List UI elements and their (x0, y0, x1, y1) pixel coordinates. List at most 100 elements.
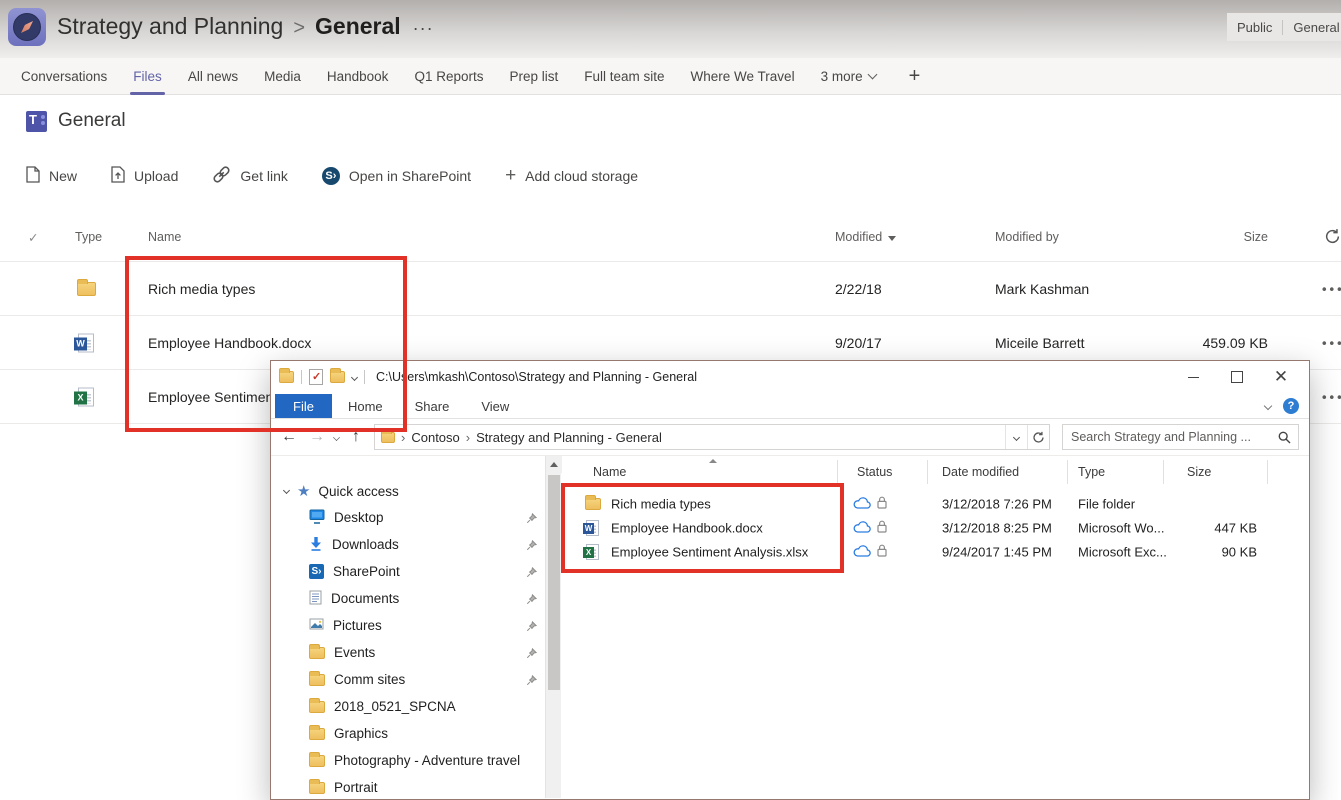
pin-icon (526, 539, 537, 554)
file-explorer-window[interactable]: C:\Users\mkash\Contoso\Strategy and Plan… (270, 360, 1310, 800)
column-modified[interactable]: Modified (835, 230, 896, 244)
sidebar-item-photography-adventure-travel[interactable]: Photography - Adventure travel (271, 747, 545, 774)
file-modified: 2/22/18 (835, 281, 882, 297)
sync-status (853, 520, 887, 536)
column-date-modified[interactable]: Date modified (942, 465, 1019, 479)
minimize-button[interactable] (1171, 361, 1215, 393)
team-avatar[interactable] (8, 8, 46, 46)
open-in-sharepoint-button[interactable]: S› Open in SharePoint (322, 167, 471, 185)
scrollbar[interactable] (545, 456, 561, 798)
new-button[interactable]: New (26, 166, 77, 186)
more-options-icon[interactable]: ••• (1322, 281, 1341, 296)
tab-prep-list[interactable]: Prep list (496, 58, 571, 95)
breadcrumb-chevron: > (293, 17, 305, 40)
explorer-titlebar[interactable]: C:\Users\mkash\Contoso\Strategy and Plan… (271, 361, 1309, 393)
tab-more-menu[interactable]: 3 more (808, 58, 889, 95)
annotation-box-teams-files (125, 256, 407, 432)
refresh-icon[interactable] (1027, 425, 1049, 449)
lock-icon (877, 520, 887, 536)
column-type[interactable]: Type (1078, 465, 1105, 479)
tab-all-news[interactable]: All news (175, 58, 251, 95)
search-input[interactable] (1063, 430, 1263, 444)
scrollbar-thumb[interactable] (548, 475, 560, 690)
search-icon (1278, 431, 1291, 447)
sidebar-item-portrait[interactable]: Portrait (271, 774, 545, 798)
address-dropdown-chevron-icon[interactable] (1005, 425, 1027, 449)
maximize-button[interactable] (1215, 361, 1259, 393)
folder-icon (309, 782, 325, 794)
recent-locations-chevron-icon[interactable] (333, 434, 340, 441)
select-all-check-icon[interactable]: ✓ (28, 230, 38, 245)
file-date-modified: 9/24/2017 1:45 PM (942, 545, 1052, 560)
sidebar-item-downloads[interactable]: Downloads (271, 531, 545, 558)
team-name: Strategy and Planning (57, 13, 283, 40)
file-modified: 9/20/17 (835, 335, 882, 351)
quick-access-star-icon: ★ (297, 484, 310, 499)
expand-ribbon-chevron-icon[interactable] (1264, 402, 1272, 410)
sidebar-item-2018-0521-spcna[interactable]: 2018_0521_SPCNA (271, 693, 545, 720)
sidebar-item-pictures[interactable]: Pictures (271, 612, 545, 639)
pin-icon (526, 620, 537, 635)
column-name[interactable]: Name (148, 230, 181, 244)
address-bar[interactable]: › Contoso › Strategy and Planning - Gene… (374, 424, 1050, 450)
more-options-icon[interactable]: ••• (1322, 389, 1341, 404)
sidebar-item-sharepoint[interactable]: S› SharePoint (271, 558, 545, 585)
link-icon (212, 165, 231, 187)
help-icon[interactable]: ? (1283, 398, 1299, 414)
sort-ascending-icon (709, 459, 717, 463)
column-size[interactable]: Size (1160, 230, 1268, 244)
add-cloud-storage-button[interactable]: + Add cloud storage (505, 165, 638, 187)
address-folder-icon (381, 432, 395, 443)
teams-channel-icon (26, 111, 47, 132)
close-button[interactable]: ✕ (1259, 361, 1303, 393)
lock-icon (877, 496, 887, 512)
breadcrumb-chevron: › (466, 430, 470, 445)
sidebar-item-graphics[interactable]: Graphics (271, 720, 545, 747)
more-options-icon[interactable]: ··· (413, 18, 434, 39)
privacy-selected[interactable]: Public (1237, 20, 1283, 35)
column-type[interactable]: Type (75, 230, 102, 244)
file-date-modified: 3/12/2018 7:26 PM (942, 497, 1052, 512)
column-name[interactable]: Name (593, 465, 626, 479)
sync-status (853, 496, 887, 512)
tab-full-team-site[interactable]: Full team site (571, 58, 677, 95)
scroll-up-button[interactable] (546, 456, 562, 473)
column-modified-by[interactable]: Modified by (995, 230, 1059, 244)
get-link-button[interactable]: Get link (212, 165, 287, 187)
tab-handbook[interactable]: Handbook (314, 58, 402, 95)
tab-files[interactable]: Files (120, 58, 175, 95)
tab-q1-reports[interactable]: Q1 Reports (401, 58, 496, 95)
breadcrumb-contoso[interactable]: Contoso (411, 430, 459, 445)
upload-button[interactable]: Upload (111, 166, 178, 186)
column-size[interactable]: Size (1187, 465, 1211, 479)
pin-icon (526, 593, 537, 608)
more-options-icon[interactable]: ••• (1322, 335, 1341, 350)
search-box[interactable] (1062, 424, 1299, 450)
tab-media[interactable]: Media (251, 58, 314, 95)
tab-where-we-travel[interactable]: Where We Travel (678, 58, 808, 95)
sidebar-item-comm-sites[interactable]: Comm sites (271, 666, 545, 693)
privacy-selector[interactable]: Public General Pu (1227, 13, 1341, 41)
breadcrumb-current-folder[interactable]: Strategy and Planning - General (476, 430, 662, 445)
file-modified-by: Miceile Barrett (995, 335, 1084, 351)
word-file-icon: W (78, 333, 94, 352)
privacy-next[interactable]: General Pu (1283, 20, 1341, 35)
file-size: 447 KB (1167, 521, 1257, 536)
collapse-chevron-icon[interactable] (283, 486, 290, 493)
files-toolbar: New Upload Get link S› Open in SharePoin… (26, 165, 638, 187)
cloud-icon (853, 521, 871, 536)
sidebar-item-desktop[interactable]: Desktop (271, 504, 545, 531)
pin-icon (526, 566, 537, 581)
sidebar-item-events[interactable]: Events (271, 639, 545, 666)
lock-icon (877, 544, 887, 560)
tab-conversations[interactable]: Conversations (8, 58, 120, 95)
refresh-icon[interactable] (1324, 228, 1341, 248)
pin-icon (526, 647, 537, 662)
sidebar-item-documents[interactable]: Documents (271, 585, 545, 612)
sidebar-item-quick-access[interactable]: ★ Quick access (271, 478, 545, 504)
add-tab-button[interactable]: + (895, 65, 935, 88)
cloud-icon (853, 497, 871, 512)
ribbon-tab-share[interactable]: Share (399, 394, 466, 418)
ribbon-tab-view[interactable]: View (465, 394, 525, 418)
column-status[interactable]: Status (857, 465, 892, 479)
